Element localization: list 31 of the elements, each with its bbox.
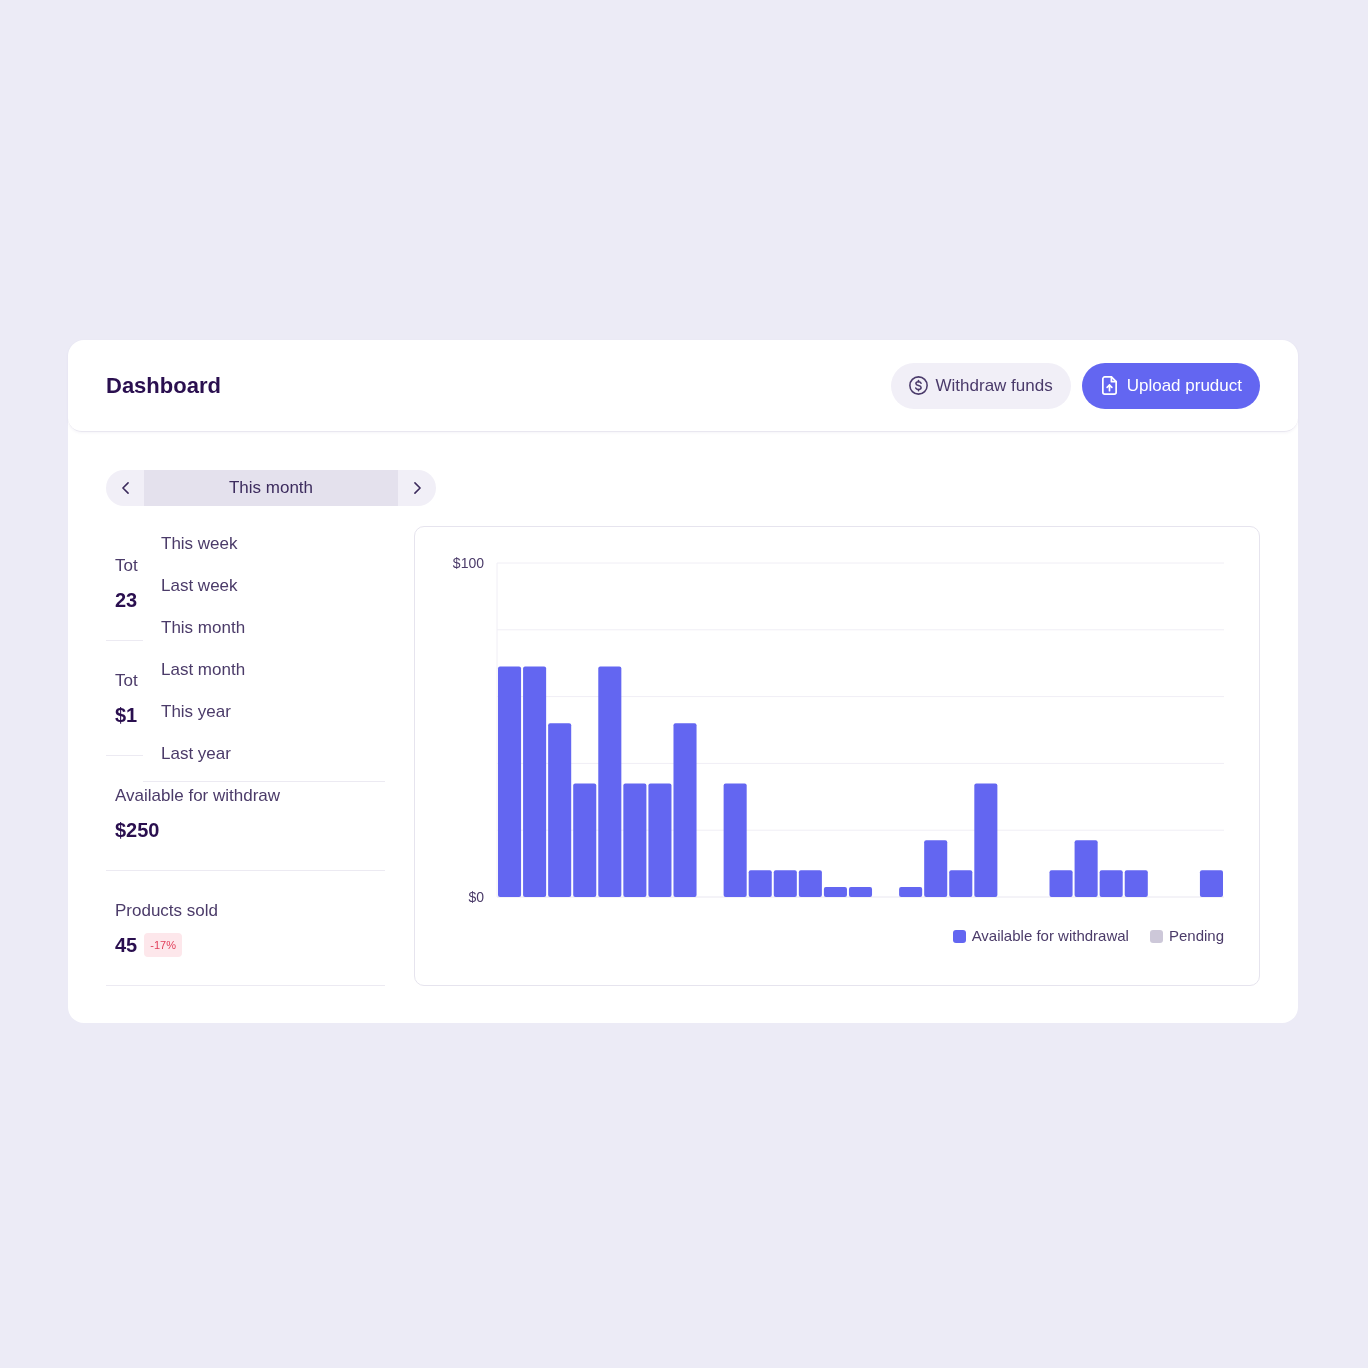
change-badge: -17%	[144, 933, 182, 957]
dropdown-item[interactable]: This year	[143, 691, 385, 733]
legend-label: Available for withdrawal	[971, 927, 1129, 945]
chevron-right-icon	[413, 482, 421, 494]
legend-label: Pending	[1168, 927, 1224, 945]
stat-label: Products sold	[115, 901, 218, 921]
chart-bar	[1124, 870, 1148, 897]
file-upload-icon	[1099, 376, 1119, 395]
dropdown-item[interactable]: Last week	[143, 565, 385, 607]
dropdown-item[interactable]: Last year	[143, 733, 385, 775]
dropdown-item[interactable]: This month	[143, 607, 385, 649]
stat-value: $250	[115, 818, 160, 842]
dropdown-item[interactable]: Last month	[143, 649, 385, 691]
stat-value: 45	[115, 933, 138, 957]
stat-label: Available for withdraw	[115, 786, 281, 806]
axis-tick-label: $0	[468, 889, 484, 904]
axis-tick-label: $100	[452, 555, 484, 571]
upload-button[interactable]: Upload pruduct	[1081, 362, 1260, 409]
chart-bar	[773, 870, 797, 897]
stat-label: Tot	[115, 556, 138, 576]
stat-value: 23	[115, 588, 138, 612]
withdraw-button[interactable]: Withdraw funds	[890, 362, 1071, 409]
stat-label: Tot	[115, 671, 138, 691]
page-title: Dashboard	[106, 371, 221, 400]
chart-bar	[1199, 870, 1223, 897]
chart-bar	[848, 887, 873, 897]
dropdown-item[interactable]: This week	[143, 523, 385, 565]
dollar-circle-icon	[908, 376, 928, 395]
stat-value: $1	[115, 703, 138, 727]
chevron-left-icon	[121, 482, 129, 494]
period-dropdown-button[interactable]: This month	[144, 470, 398, 506]
